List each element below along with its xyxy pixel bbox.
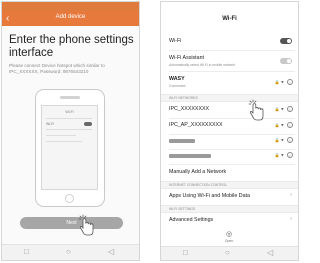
open-icon: ◎ [225,231,233,238]
network-icons: 🔒 ▾ i [275,106,293,112]
connected-network-name[interactable]: WASY [169,76,185,82]
navigation-bar: □ ○ ◁ [2,244,139,260]
wifi-signal-icon: ▾ [281,79,284,86]
info-icon[interactable]: i [287,152,293,158]
network-item-blurred[interactable] [169,154,211,158]
wifi-assistant-sub: Automatically select Wi-Fi in mobile net… [169,63,236,67]
apps-using-wifi[interactable]: Apps Using Wi-Fi and Mobile Data [169,193,250,199]
add-device-screen: ‹ Add device Enter the phone settings in… [1,1,140,261]
mock-divider [46,118,92,119]
wifi-signal-icon: ▾ [281,106,284,113]
mock-row-line [46,141,82,142]
info-icon[interactable]: i [287,137,293,143]
phone-speaker [60,96,80,99]
page-title: Add device [55,14,86,20]
lock-icon: 🔒 [274,106,280,112]
divider [169,164,295,165]
nav-back-icon[interactable]: ◁ [267,248,273,258]
nav-recent-icon[interactable]: □ [24,247,29,257]
nav-home-icon[interactable]: ○ [225,248,230,258]
section-label: WI-FI NETWORKS [169,96,198,100]
chevron-right-icon: › [290,216,292,222]
wifi-assistant-label[interactable]: Wi-Fi Assistant [169,55,204,61]
connected-network-icons: 🔒 ▾ i [275,79,293,85]
manual-add-network[interactable]: Manually Add a Network [169,169,226,175]
network-item-ipc[interactable]: IPC_XXXXXXXX [169,106,209,112]
lock-icon: 🔒 [274,79,280,85]
phone-screen: Wi-Fi Wi-Fi [41,105,98,190]
lock-icon: 🔒 [274,152,280,158]
network-icons: 🔒 ▾ i [275,122,293,128]
divider [169,134,295,135]
assistant-toggle[interactable] [280,58,292,64]
tap-hand-icon [248,99,264,121]
heading: Enter the phone settings interface [9,34,134,59]
divider [169,71,295,72]
open-label: Open [224,239,234,243]
advanced-settings[interactable]: Advanced Settings [169,217,213,223]
page-title: Wi-Fi [222,16,237,22]
nav-home-icon[interactable]: ○ [66,247,71,257]
section-label: WI-FI SETTINGS [169,207,196,211]
wifi-settings-screen: Wi-Fi Wi-Fi Wi-Fi Assistant Automaticall… [160,1,299,261]
info-icon[interactable]: i [287,106,293,112]
next-button[interactable]: Next [20,217,123,229]
status-bar [2,2,139,11]
network-item-ipc-ap[interactable]: IPC_AP_XXXXXXXXX [169,122,223,128]
network-icons: 🔒 ▾ i [275,152,293,158]
network-item-blurred[interactable] [169,139,195,143]
wifi-signal-icon: ▾ [281,152,284,159]
connected-status: Connected [169,84,186,88]
divider [169,149,295,150]
instruction-text: Please connect Device hotspot which simi… [9,63,105,74]
wifi-label: Wi-Fi [169,38,182,44]
lock-icon: 🔒 [274,137,280,143]
phone-illustration: Wi-Fi Wi-Fi [35,89,105,207]
divider [169,50,295,51]
mock-title: Wi-Fi [65,110,74,114]
title-bar: ‹ Add device [2,11,139,26]
mock-wifi-label: Wi-Fi [46,122,55,126]
phone-home-button [65,194,74,203]
tap-hand-icon [78,214,94,236]
navigation-bar: □ ○ ◁ [161,246,298,260]
info-icon[interactable]: i [287,122,293,128]
open-button[interactable]: ◎ Open [217,231,241,243]
wifi-signal-icon: ▾ [281,137,284,144]
mock-divider [46,129,92,130]
mock-toggle [84,122,92,126]
section-networks: WI-FI NETWORKS [161,94,298,102]
wifi-toggle[interactable] [280,38,292,44]
network-icons: 🔒 ▾ i [275,137,293,143]
wifi-signal-icon: ▾ [281,122,284,129]
chevron-right-icon: › [290,192,292,198]
section-label: INTERNET CONNECTION CONTROL [169,183,228,187]
section-wifi-settings: WI-FI SETTINGS [161,205,298,213]
nav-back-icon[interactable]: ◁ [108,247,114,257]
nav-recent-icon[interactable]: □ [183,248,188,258]
mock-row-line [46,135,76,136]
info-icon[interactable]: i [287,79,293,85]
section-internet-control: INTERNET CONNECTION CONTROL [161,181,298,189]
divider [169,118,295,119]
lock-icon: 🔒 [274,122,280,128]
